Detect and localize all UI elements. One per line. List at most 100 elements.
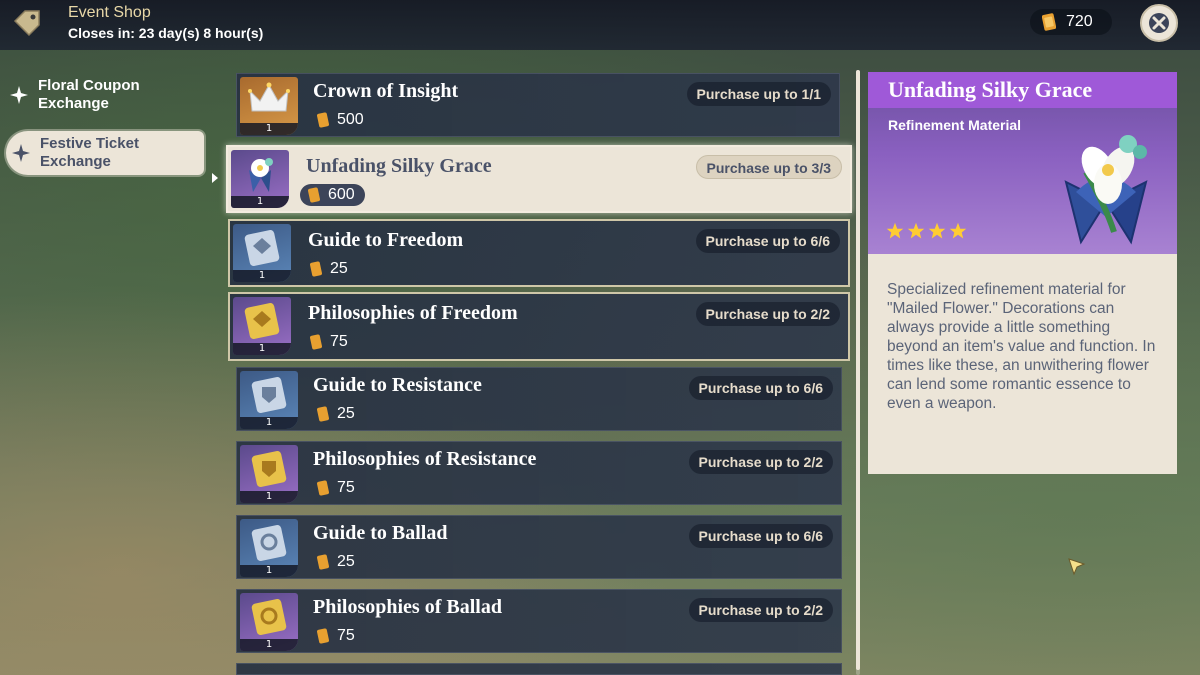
item-quantity: 1 xyxy=(231,196,289,208)
item-row-philosophies-of-ballad[interactable]: 1 Philosophies of Ballad 75 Purchase up … xyxy=(236,589,842,653)
item-price-value: 600 xyxy=(328,186,355,203)
sparkle-icon xyxy=(10,86,28,104)
shop-title: Event Shop xyxy=(68,4,151,21)
item-thumbnail: 1 xyxy=(240,445,298,503)
festive-ticket-icon xyxy=(317,406,329,422)
item-price-value: 75 xyxy=(337,479,355,496)
detail-header: Unfading Silky Grace Refinement Material xyxy=(868,72,1177,254)
nav-label-line2: Exchange xyxy=(40,153,111,170)
star-icon xyxy=(928,222,946,239)
item-price-value: 500 xyxy=(337,111,364,128)
item-name: Crown of Insight xyxy=(313,80,459,102)
close-button[interactable] xyxy=(1140,4,1178,42)
item-thumbnail: 1 xyxy=(240,519,298,577)
item-price: 600 xyxy=(300,184,365,206)
ballad-philosophies-icon xyxy=(251,598,287,636)
price-tag-icon xyxy=(10,6,46,42)
freedom-philosophies-icon xyxy=(244,302,280,340)
item-name: Unfading Silky Grace xyxy=(306,155,492,177)
festive-ticket-icon xyxy=(317,554,329,570)
purchase-limit-badge: Purchase up to 2/2 xyxy=(688,598,833,622)
item-quantity: 1 xyxy=(240,123,298,135)
purchase-limit-badge: Purchase up to 6/6 xyxy=(688,376,833,400)
item-price: 75 xyxy=(302,331,358,353)
item-price: 25 xyxy=(309,403,365,425)
nav-item-floral-coupon[interactable]: Floral Coupon Exchange xyxy=(10,77,140,113)
freedom-guide-icon xyxy=(244,229,280,267)
purchase-limit-badge: Purchase up to 2/2 xyxy=(688,450,833,474)
shop-countdown: Closes in: 23 day(s) 8 hour(s) xyxy=(68,25,264,41)
item-detail-panel: Unfading Silky Grace Refinement Material… xyxy=(868,72,1177,474)
item-price: 75 xyxy=(309,477,365,499)
item-price-value: 25 xyxy=(330,260,348,277)
top-bar: Event Shop Closes in: 23 day(s) 8 hour(s… xyxy=(0,0,1200,50)
star-icon xyxy=(886,222,904,239)
purchase-limit-badge: Purchase up to 3/3 xyxy=(695,155,842,179)
item-name: Philosophies of Ballad xyxy=(313,596,502,618)
currency-display: 720 xyxy=(1030,9,1112,35)
item-name: Guide to Freedom xyxy=(308,229,464,251)
item-thumbnail: 1 xyxy=(240,77,298,135)
festive-ticket-icon xyxy=(1042,13,1056,31)
item-row-unfading-silky-grace[interactable]: 1 Unfading Silky Grace 600 Purchase up t… xyxy=(226,145,852,213)
star-icon xyxy=(949,222,967,239)
scrollbar-thumb[interactable] xyxy=(856,70,860,670)
star-icon xyxy=(907,222,925,239)
item-row-partial[interactable] xyxy=(236,663,842,675)
item-quantity: 1 xyxy=(240,565,298,577)
item-price: 500 xyxy=(309,109,374,131)
sparkle-icon xyxy=(12,144,30,162)
item-thumbnail: 1 xyxy=(233,297,291,355)
silky-grace-icon xyxy=(1064,135,1148,245)
item-thumbnail: 1 xyxy=(233,224,291,282)
rarity-stars xyxy=(886,222,970,240)
item-row-guide-to-freedom[interactable]: 1 Guide to Freedom 25 Purchase up to 6/6 xyxy=(228,219,850,287)
festive-ticket-icon xyxy=(308,187,320,203)
ballad-guide-icon xyxy=(251,524,287,562)
item-price: 75 xyxy=(309,625,365,647)
nav-active-indicator xyxy=(212,173,218,183)
item-row-philosophies-of-freedom[interactable]: 1 Philosophies of Freedom 75 Purchase up… xyxy=(228,292,850,361)
item-name: Guide to Resistance xyxy=(313,374,482,396)
item-name: Philosophies of Resistance xyxy=(313,448,537,470)
cursor-icon xyxy=(1068,558,1086,576)
item-row-philosophies-of-resistance[interactable]: 1 Philosophies of Resistance 75 Purchase… xyxy=(236,441,842,505)
list-scrollbar[interactable] xyxy=(856,70,860,675)
close-icon xyxy=(1149,13,1169,33)
detail-title: Unfading Silky Grace xyxy=(868,72,1177,108)
purchase-limit-badge: Purchase up to 6/6 xyxy=(688,524,833,548)
item-price: 25 xyxy=(302,258,358,280)
item-thumbnail: 1 xyxy=(231,150,289,208)
item-price-value: 75 xyxy=(330,333,348,350)
item-thumbnail: 1 xyxy=(240,593,298,651)
nav-item-festive-ticket[interactable]: Festive Ticket Exchange xyxy=(6,131,204,175)
nav-label-line2: Exchange xyxy=(38,95,109,112)
festive-ticket-icon xyxy=(317,628,329,644)
silky-grace-icon xyxy=(249,158,273,192)
item-name: Philosophies of Freedom xyxy=(308,302,518,324)
currency-amount: 720 xyxy=(1066,13,1093,30)
item-name: Guide to Ballad xyxy=(313,522,448,544)
detail-description: Specialized refinement material for "Mai… xyxy=(868,254,1177,474)
nav-label-line1: Floral Coupon xyxy=(38,77,140,94)
item-quantity: 1 xyxy=(240,639,298,651)
item-row-crown-of-insight[interactable]: 1 Crown of Insight 500 Purchase up to 1/… xyxy=(236,73,840,137)
festive-ticket-icon xyxy=(317,112,329,128)
item-row-guide-to-resistance[interactable]: 1 Guide to Resistance 25 Purchase up to … xyxy=(236,367,842,431)
item-list[interactable]: 1 Crown of Insight 500 Purchase up to 1/… xyxy=(226,70,856,675)
purchase-limit-badge: Purchase up to 1/1 xyxy=(686,82,831,106)
purchase-limit-badge: Purchase up to 6/6 xyxy=(695,229,840,253)
resistance-guide-icon xyxy=(251,376,287,414)
nav-label-line1: Festive Ticket xyxy=(40,135,139,152)
resistance-philosophies-icon xyxy=(251,450,287,488)
item-row-guide-to-ballad[interactable]: 1 Guide to Ballad 25 Purchase up to 6/6 xyxy=(236,515,842,579)
item-thumbnail: 1 xyxy=(240,371,298,429)
item-price-value: 75 xyxy=(337,627,355,644)
item-price-value: 25 xyxy=(337,553,355,570)
item-quantity: 1 xyxy=(240,491,298,503)
item-quantity: 1 xyxy=(233,270,291,282)
detail-type: Refinement Material xyxy=(888,117,1022,133)
item-price: 25 xyxy=(309,551,365,573)
crown-icon xyxy=(248,82,290,112)
purchase-limit-badge: Purchase up to 2/2 xyxy=(695,302,840,326)
